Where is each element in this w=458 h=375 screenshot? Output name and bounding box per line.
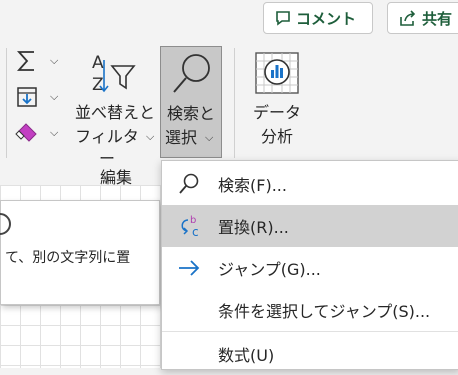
menu-item-formulas[interactable]: 数式(U) [162,333,458,375]
replace-icon: b c [181,215,199,238]
find-select-label-1: 検索と [166,104,215,123]
top-bar: コメント 共有 [0,0,458,40]
chevron-down-icon: ⌵ [50,126,59,139]
share-button[interactable]: 共有 [387,2,458,34]
menu-item-goto[interactable]: ジャンプ(G)... [162,247,458,289]
tooltip-text: て、別の文字列に置 [5,250,131,266]
menu-item-find[interactable]: 検索(F)... [162,163,458,205]
analyze-data-icon [255,52,299,94]
info-icon [0,213,11,235]
chevron-down-icon: ⌵ [205,131,214,144]
fill-down-icon [17,87,37,107]
eraser-icon [15,123,37,142]
find-select-label-2: 選択 [164,128,197,147]
analyze-data-label-2: 分析 [260,127,293,146]
tooltip-card: て、別の文字列に置 [0,200,160,305]
sigma-icon [16,51,34,71]
chevron-down-icon: ⌵ [50,90,59,103]
analyze-data-label-1: データ [252,103,301,122]
chevron-down-icon: ⌵ [50,54,59,67]
svg-text:c: c [192,225,199,238]
sort-filter-button[interactable]: A Z 並べ替えと フィルター ⌵ [68,46,158,168]
sort-filter-icon: A Z [92,53,136,95]
menu-item-label: 数式(U) [218,346,275,365]
fill-button[interactable]: ⌵ [14,84,62,110]
comment-button[interactable]: コメント [263,2,373,34]
magnifier-icon [173,54,210,93]
menu-item-goto-special[interactable]: 条件を選択してジャンプ(S)... [162,289,458,331]
share-icon [400,10,416,26]
arrow-right-icon [179,260,200,276]
menu-item-label: 置換(R)... [218,218,289,237]
ribbon-divider [6,48,7,158]
menu-item-label: 条件を選択してジャンプ(S)... [218,302,431,321]
menu-item-label: ジャンプ(G)... [218,260,321,279]
menu-item-replace[interactable]: b c 置換(R)... [162,205,458,247]
find-select-menu: 検索(F)... b c 置換(R)... ジャンプ(G)... 条件を選択して… [161,160,458,370]
comment-label: コメント [296,9,357,28]
menu-item-label: 検索(F)... [218,176,287,195]
svg-text:Z: Z [92,75,104,95]
search-icon [179,173,199,194]
share-label: 共有 [422,9,453,28]
ribbon-divider [234,48,235,158]
sort-filter-label-1: 並べ替えと [74,103,155,122]
comment-icon [276,11,290,26]
find-select-button[interactable]: 検索と 選択 ⌵ [160,46,222,158]
chevron-down-icon: ⌵ [146,130,155,143]
autosum-button[interactable]: ⌵ [14,48,62,74]
analyze-data-button[interactable]: データ 分析 [244,46,310,158]
menu-separator [162,331,458,332]
clear-button[interactable]: ⌵ [14,120,62,146]
svg-text:A: A [92,53,104,73]
